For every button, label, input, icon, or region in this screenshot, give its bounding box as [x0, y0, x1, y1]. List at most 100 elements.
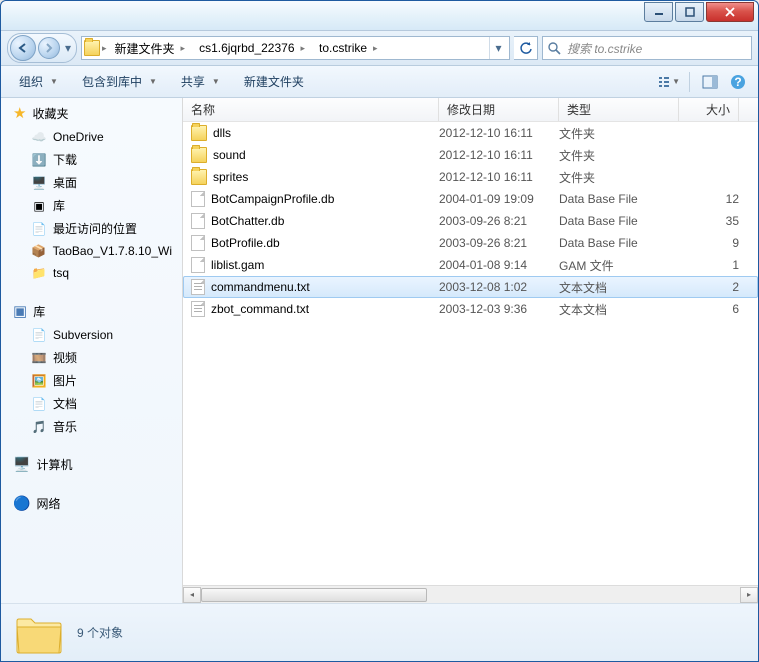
- main-area: ★收藏夹 ☁️OneDrive⬇️下载🖥️桌面▣库📄最近访问的位置📦TaoBao…: [1, 98, 758, 603]
- file-date: 2003-12-08 1:02: [439, 280, 559, 294]
- computer-label: 计算机: [36, 456, 72, 473]
- network-header[interactable]: 🔵网络: [1, 489, 182, 516]
- column-date[interactable]: 修改日期: [439, 98, 559, 121]
- organize-button[interactable]: 组织▼: [9, 69, 68, 94]
- file-row[interactable]: commandmenu.txt2003-12-08 1:02文本文档2: [183, 276, 758, 298]
- history-dropdown[interactable]: ▾: [62, 41, 74, 55]
- sidebar-item[interactable]: 🖥️桌面: [1, 171, 182, 194]
- file-row[interactable]: BotChatter.db2003-09-26 8:21Data Base Fi…: [183, 210, 758, 232]
- address-dropdown[interactable]: ▾: [489, 37, 507, 59]
- scroll-right-button[interactable]: ▸: [740, 587, 758, 603]
- close-button[interactable]: [706, 2, 754, 22]
- sidebar-item[interactable]: ☁️OneDrive: [1, 126, 182, 148]
- library-label: 库: [33, 303, 45, 320]
- explorer-window: ▾ ▸ 新建文件夹▸ cs1.6jqrbd_22376▸ to.cstrike▸…: [0, 0, 759, 662]
- file-row[interactable]: BotCampaignProfile.db2004-01-09 19:09Dat…: [183, 188, 758, 210]
- file-row[interactable]: zbot_command.txt2003-12-03 9:36文本文档6: [183, 298, 758, 320]
- sidebar-item[interactable]: 📄Subversion: [1, 324, 182, 346]
- file-type: 文件夹: [559, 169, 679, 186]
- chevron-right-icon: ▸: [179, 43, 188, 54]
- folder-icon: [191, 147, 207, 163]
- library-icon: ▣: [13, 302, 27, 320]
- sidebar-item[interactable]: 📦TaoBao_V1.7.8.10_Wi: [1, 240, 182, 262]
- close-icon: [724, 7, 736, 17]
- sidebar-item-label: 视频: [53, 349, 77, 366]
- breadcrumb-item[interactable]: 新建文件夹▸: [109, 37, 194, 59]
- column-name[interactable]: 名称: [183, 98, 439, 121]
- file-row[interactable]: sound2012-12-10 16:11文件夹: [183, 144, 758, 166]
- sidebar-item[interactable]: ▣库: [1, 194, 182, 217]
- computer-header[interactable]: 🖥️计算机: [1, 450, 182, 477]
- column-size[interactable]: 大小: [679, 98, 739, 121]
- file-type: Data Base File: [559, 192, 679, 206]
- file-row[interactable]: BotProfile.db2003-09-26 8:21Data Base Fi…: [183, 232, 758, 254]
- search-placeholder: 搜索 to.cstrike: [567, 40, 642, 57]
- scroll-left-button[interactable]: ◂: [183, 587, 201, 603]
- file-name: commandmenu.txt: [211, 280, 310, 294]
- view-mode-button[interactable]: ▼: [657, 70, 681, 94]
- sidebar-item[interactable]: 📄文档: [1, 392, 182, 415]
- svg-text:?: ?: [734, 75, 741, 89]
- preview-pane-button[interactable]: [698, 70, 722, 94]
- forward-arrow-icon: [44, 43, 54, 53]
- refresh-button[interactable]: [514, 36, 538, 60]
- help-button[interactable]: ?: [726, 70, 750, 94]
- toolbar-separator: [689, 72, 690, 92]
- music-icon: 🎵: [31, 419, 47, 435]
- pic-icon: 🖼️: [31, 373, 47, 389]
- address-bar[interactable]: ▸ 新建文件夹▸ cs1.6jqrbd_22376▸ to.cstrike▸ ▾: [81, 36, 510, 60]
- file-date: 2003-09-26 8:21: [439, 236, 559, 250]
- include-in-library-button[interactable]: 包含到库中▼: [72, 69, 167, 94]
- sidebar-item-label: 音乐: [53, 418, 77, 435]
- sidebar-item-label: tsq: [53, 266, 69, 280]
- file-row[interactable]: dlls2012-12-10 16:11文件夹: [183, 122, 758, 144]
- star-icon: ★: [13, 104, 26, 122]
- new-folder-button[interactable]: 新建文件夹: [234, 69, 314, 94]
- file-size: 35: [679, 214, 739, 228]
- scroll-track[interactable]: [201, 587, 740, 603]
- sidebar-item[interactable]: ⬇️下载: [1, 148, 182, 171]
- file-type: 文本文档: [559, 279, 679, 296]
- file-row[interactable]: sprites2012-12-10 16:11文件夹: [183, 166, 758, 188]
- column-type[interactable]: 类型: [559, 98, 679, 121]
- favorites-header[interactable]: ★ 收藏夹: [1, 98, 182, 126]
- file-name: BotChatter.db: [211, 214, 284, 228]
- sidebar-item[interactable]: 📁tsq: [1, 262, 182, 284]
- file-name: dlls: [213, 126, 231, 140]
- sidebar-item[interactable]: 🎞️视频: [1, 346, 182, 369]
- maximize-icon: [685, 7, 695, 17]
- sidebar-item-label: TaoBao_V1.7.8.10_Wi: [53, 244, 172, 258]
- breadcrumb-item[interactable]: to.cstrike▸: [313, 37, 386, 59]
- file-row[interactable]: liblist.gam2004-01-08 9:14GAM 文件1: [183, 254, 758, 276]
- text-file-icon: [191, 279, 205, 295]
- file-list[interactable]: dlls2012-12-10 16:11文件夹sound2012-12-10 1…: [183, 122, 758, 585]
- horizontal-scrollbar[interactable]: ◂ ▸: [183, 585, 758, 603]
- sidebar-item[interactable]: 🎵 音乐: [1, 415, 182, 438]
- file-date: 2003-09-26 8:21: [439, 214, 559, 228]
- file-size: 12: [679, 192, 739, 206]
- back-button[interactable]: [10, 35, 36, 61]
- folder-icon: [84, 40, 100, 56]
- file-name: BotProfile.db: [211, 236, 280, 250]
- sidebar-item[interactable]: 📄最近访问的位置: [1, 217, 182, 240]
- search-box[interactable]: 搜索 to.cstrike: [542, 36, 752, 60]
- file-size: 9: [679, 236, 739, 250]
- breadcrumb-item[interactable]: cs1.6jqrbd_22376▸: [193, 37, 313, 59]
- share-button[interactable]: 共享▼: [171, 69, 230, 94]
- file-date: 2004-01-09 19:09: [439, 192, 559, 206]
- download-icon: ⬇️: [31, 152, 47, 168]
- minimize-button[interactable]: [644, 2, 673, 22]
- sidebar-item-label: OneDrive: [53, 130, 104, 144]
- scroll-thumb[interactable]: [201, 588, 427, 602]
- file-name: liblist.gam: [211, 258, 264, 272]
- forward-button[interactable]: [38, 37, 60, 59]
- favorites-label: 收藏夹: [32, 105, 68, 122]
- sidebar-item[interactable]: 🖼️图片: [1, 369, 182, 392]
- sidebar-item-label: 文档: [53, 395, 77, 412]
- folder-icon: [191, 169, 207, 185]
- maximize-button[interactable]: [675, 2, 704, 22]
- minimize-icon: [654, 7, 664, 17]
- details-pane: 9 个对象: [1, 603, 758, 661]
- library-header[interactable]: ▣库: [1, 296, 182, 324]
- file-icon: [191, 213, 205, 229]
